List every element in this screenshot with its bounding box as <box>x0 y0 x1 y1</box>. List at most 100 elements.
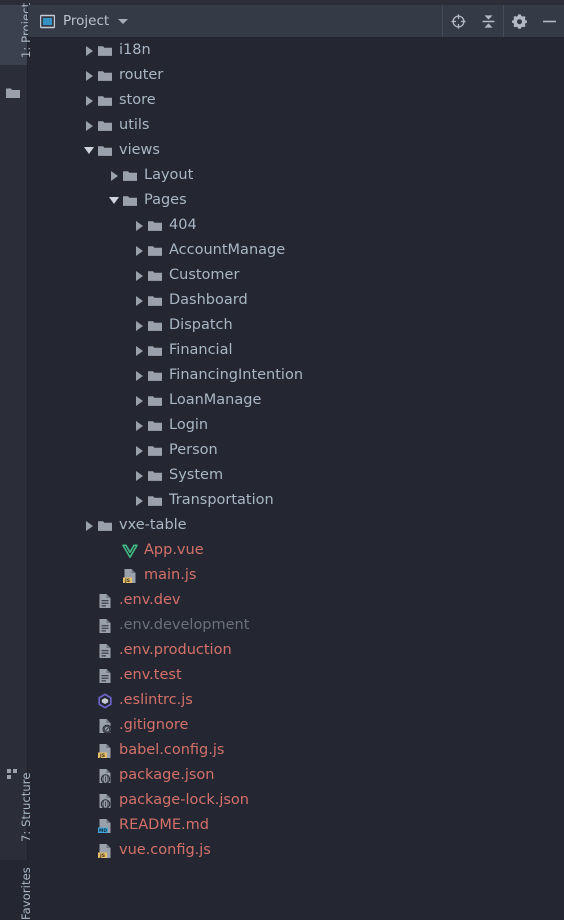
tree-node[interactable]: AccountManage <box>28 238 564 263</box>
tree-node-label: vue.config.js <box>119 842 211 859</box>
folder-file-icon <box>147 293 163 309</box>
hide-button[interactable] <box>534 5 564 37</box>
tree-node-label: router <box>119 67 164 84</box>
expand-triangle-icon[interactable] <box>131 218 147 234</box>
sidebar-tab-project[interactable]: 1: Project <box>0 3 33 65</box>
tree-node[interactable]: router <box>28 63 564 88</box>
eslint-file-icon <box>97 692 113 709</box>
tree-node-label: Pages <box>144 192 187 209</box>
tree-node[interactable]: .env.development <box>28 613 564 638</box>
tree-node-label: .gitignore <box>119 717 189 734</box>
tree-node[interactable]: .env.test <box>28 663 564 688</box>
file-file-icon <box>97 593 113 609</box>
tree-node[interactable]: utils <box>28 113 564 138</box>
vue-file-icon <box>122 543 138 559</box>
expand-triangle-icon[interactable] <box>131 268 147 284</box>
tree-node[interactable]: LoanManage <box>28 388 564 413</box>
tree-node[interactable]: Person <box>28 438 564 463</box>
folder-file-icon <box>147 418 163 434</box>
scroll-from-source-button[interactable] <box>443 5 473 37</box>
collapse-triangle-icon[interactable] <box>81 143 97 159</box>
expand-triangle-icon[interactable] <box>131 468 147 484</box>
svg-text:JS: JS <box>124 578 130 584</box>
tree-node[interactable]: vxe-table <box>28 513 564 538</box>
project-tree[interactable]: i18n router store utils views Layout Pages 404 A… <box>28 38 564 860</box>
folder-file-icon <box>122 168 138 184</box>
folder-file-icon <box>147 243 163 259</box>
expand-triangle-icon[interactable] <box>131 243 147 259</box>
folder-file-icon <box>97 43 113 59</box>
collapse-triangle-icon[interactable] <box>106 193 122 209</box>
tree-node[interactable]: Dispatch <box>28 313 564 338</box>
tree-node[interactable]: i18n <box>28 38 564 63</box>
tree-node-label: README.md <box>119 817 209 834</box>
chevron-down-icon[interactable] <box>118 18 129 24</box>
expand-triangle-icon[interactable] <box>131 318 147 334</box>
tree-node[interactable]: MD README.md <box>28 813 564 838</box>
folder-file-icon <box>147 493 163 509</box>
tree-node[interactable]: .gitignore <box>28 713 564 738</box>
expand-triangle-icon[interactable] <box>81 118 97 134</box>
expand-triangle-icon[interactable] <box>131 293 147 309</box>
tree-node-label: i18n <box>119 42 151 59</box>
tree-node[interactable]: views <box>28 138 564 163</box>
tree-node-label: LoanManage <box>169 392 262 409</box>
expand-triangle-icon[interactable] <box>81 68 97 84</box>
expand-triangle-icon[interactable] <box>131 393 147 409</box>
minimize-icon <box>542 20 556 22</box>
tree-node[interactable]: Pages <box>28 188 564 213</box>
tree-node-label: Customer <box>169 267 240 284</box>
expand-triangle-icon[interactable] <box>131 343 147 359</box>
svg-text:JS: JS <box>99 853 105 859</box>
js-file-icon: JS <box>97 743 113 759</box>
tree-node[interactable]: Transportation <box>28 488 564 513</box>
project-selector[interactable]: Project <box>28 5 442 37</box>
tree-node[interactable]: .env.dev <box>28 588 564 613</box>
tree-node[interactable]: store <box>28 88 564 113</box>
collapse-all-button[interactable] <box>473 5 503 37</box>
settings-button[interactable] <box>504 5 534 37</box>
expand-triangle-icon[interactable] <box>106 168 122 184</box>
folder-file-icon <box>97 68 113 84</box>
tree-node-label: vxe-table <box>119 517 187 534</box>
expand-triangle-icon[interactable] <box>131 493 147 509</box>
json-file-icon <box>97 793 113 809</box>
expand-triangle-icon[interactable] <box>81 518 97 534</box>
folder-file-icon <box>147 268 163 284</box>
folder-file-icon <box>147 468 163 484</box>
tree-node[interactable]: Financial <box>28 338 564 363</box>
tree-node-label: Dashboard <box>169 292 248 309</box>
tree-node[interactable]: App.vue <box>28 538 564 563</box>
file-file-icon <box>97 643 113 659</box>
tree-node[interactable]: JS vue.config.js <box>28 838 564 860</box>
ignore-file-icon <box>97 718 113 734</box>
tree-node[interactable]: FinancingIntention <box>28 363 564 388</box>
tree-node[interactable]: Login <box>28 413 564 438</box>
expand-triangle-icon[interactable] <box>131 443 147 459</box>
tree-node[interactable]: .env.production <box>28 638 564 663</box>
tree-node-label: utils <box>119 117 150 134</box>
tree-node[interactable]: package-lock.json <box>28 788 564 813</box>
expand-triangle-icon[interactable] <box>131 368 147 384</box>
tree-node[interactable]: package.json <box>28 763 564 788</box>
tree-node[interactable]: Dashboard <box>28 288 564 313</box>
tree-node-label: Transportation <box>169 492 274 509</box>
expand-triangle-icon[interactable] <box>81 93 97 109</box>
tree-node-label: .env.dev <box>119 592 181 609</box>
js-file-icon: JS <box>122 568 138 584</box>
tree-node[interactable]: JS babel.config.js <box>28 738 564 763</box>
expand-triangle-icon[interactable] <box>131 418 147 434</box>
file-file-icon <box>97 618 113 634</box>
structure-grid-icon[interactable] <box>5 767 21 783</box>
tree-node-label: package.json <box>119 767 215 784</box>
tree-node[interactable]: Layout <box>28 163 564 188</box>
js-file-icon: JS <box>97 843 113 859</box>
expand-triangle-icon[interactable] <box>81 43 97 59</box>
panel-header: Project <box>28 5 564 37</box>
tree-node[interactable]: .eslintrc.js <box>28 688 564 713</box>
tree-node[interactable]: System <box>28 463 564 488</box>
tree-node[interactable]: JS main.js <box>28 563 564 588</box>
tree-node[interactable]: Customer <box>28 263 564 288</box>
tree-node[interactable]: 404 <box>28 213 564 238</box>
folder-icon[interactable] <box>5 85 21 101</box>
